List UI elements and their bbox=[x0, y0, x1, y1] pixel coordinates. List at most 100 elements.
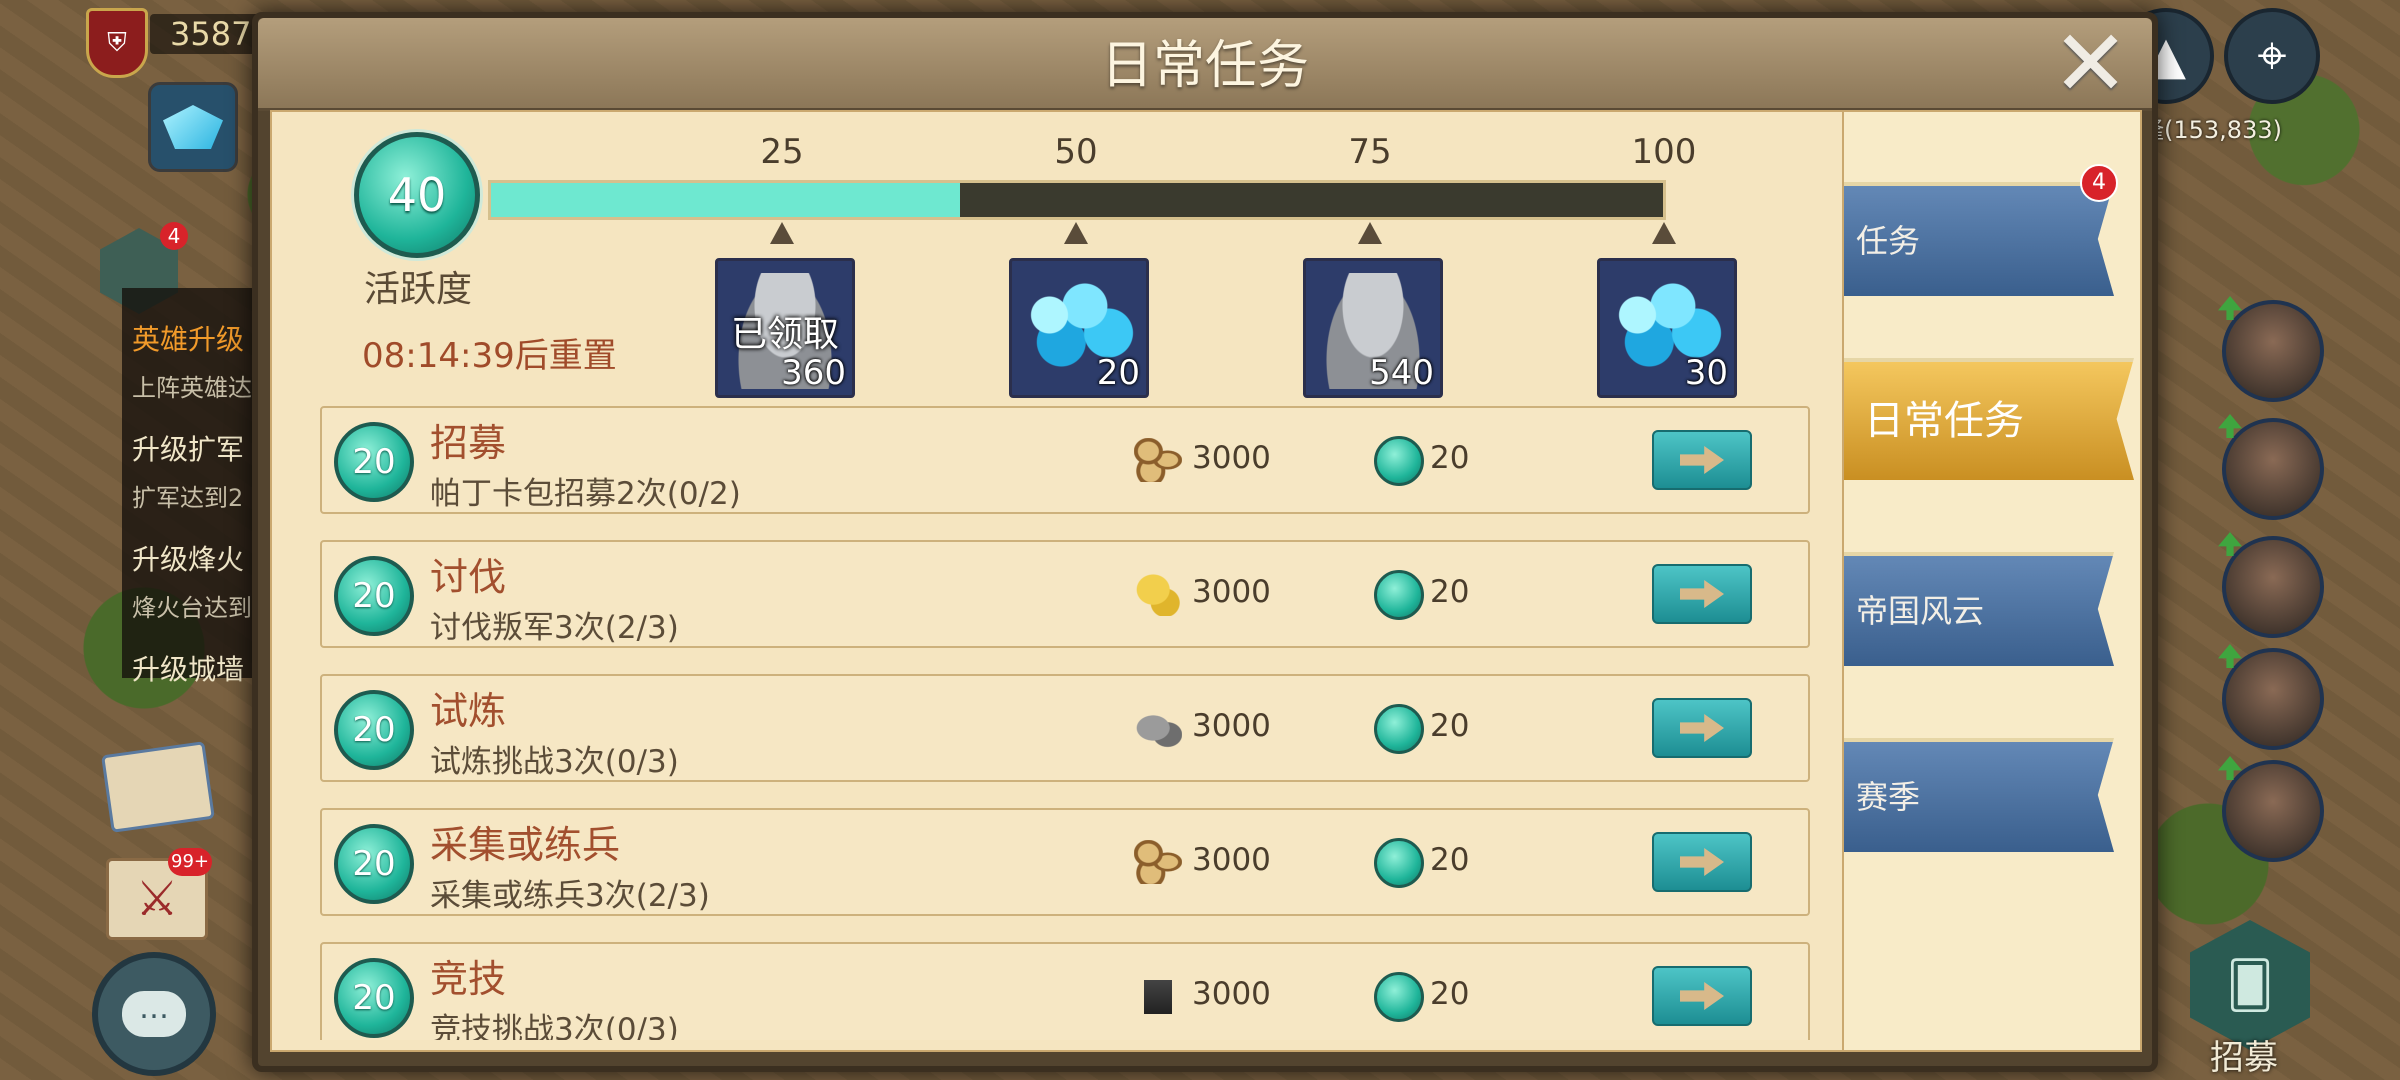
milestone-marker-icon bbox=[1652, 222, 1676, 244]
task-name: 采集或练兵 bbox=[430, 823, 621, 867]
points-reward-amount: 20 bbox=[1430, 976, 1470, 1012]
reward-count: 360 bbox=[781, 353, 846, 393]
reward-count: 30 bbox=[1684, 353, 1728, 393]
claimed-label: 已领取 bbox=[730, 314, 839, 355]
resource-reward-amount: 3000 bbox=[1192, 976, 1271, 1012]
activity-points-icon: 20 bbox=[334, 690, 414, 770]
activity-points-icon bbox=[1374, 838, 1424, 888]
points-reward-amount: 20 bbox=[1430, 708, 1470, 744]
content-panel: 40 活跃度 08:14:39后重置 25 360 已领取 50 20 75 540 100 3… bbox=[270, 110, 1846, 1052]
tab-badge: 4 bbox=[2080, 164, 2118, 202]
iron-icon bbox=[1134, 974, 1182, 1018]
milestone-marker-icon bbox=[770, 222, 794, 244]
milestone-reward-chest[interactable]: 30 bbox=[1597, 258, 1737, 398]
activity-points-icon: 20 bbox=[334, 958, 414, 1038]
activity-points-icon bbox=[1374, 570, 1424, 620]
hero-avatar[interactable] bbox=[2218, 414, 2324, 520]
go-button[interactable] bbox=[1652, 698, 1752, 758]
activity-orb: 40 bbox=[354, 132, 480, 258]
task-row: 20 试炼 试炼挑战3次(0/3) 3000 20 bbox=[320, 674, 1810, 782]
mail-icon[interactable] bbox=[101, 741, 215, 833]
task-name: 竞技 bbox=[430, 957, 507, 1001]
milestone-label: 100 bbox=[1631, 132, 1697, 172]
food-icon bbox=[1134, 572, 1182, 616]
milestone-marker-icon bbox=[1358, 222, 1382, 244]
activity-points-icon: 20 bbox=[334, 556, 414, 636]
task-row: 20 采集或练兵 采集或练兵3次(2/3) 3000 20 bbox=[320, 808, 1810, 916]
alliance-shield-icon[interactable]: ⛨ bbox=[86, 8, 148, 78]
side-quest-panel[interactable]: 英雄升级 上阵英雄达 升级扩军 扩军达到2 升级烽火 烽火台达到 升级城墙 bbox=[122, 288, 252, 686]
task-name: 招募 bbox=[430, 421, 507, 465]
go-button[interactable] bbox=[1652, 564, 1752, 624]
milestone-marker-icon bbox=[1064, 222, 1088, 244]
hero-avatar[interactable] bbox=[2218, 644, 2324, 750]
arrow-right-icon bbox=[1680, 446, 1724, 474]
task-description: 帕丁卡包招募2次(0/2) bbox=[430, 476, 741, 512]
tab-label: 任务 bbox=[1856, 222, 1921, 260]
tab-label: 赛季 bbox=[1856, 778, 1921, 816]
activity-points-icon bbox=[1374, 436, 1424, 486]
points-reward-amount: 20 bbox=[1430, 574, 1470, 610]
task-row: 20 招募 帕丁卡包招募2次(0/2) 3000 20 bbox=[320, 406, 1810, 514]
activity-value: 40 bbox=[387, 168, 447, 222]
resource-reward-amount: 3000 bbox=[1192, 440, 1271, 476]
task-points: 20 bbox=[352, 442, 396, 482]
close-icon[interactable]: ✕ bbox=[2052, 18, 2129, 110]
task-list[interactable]: 20 招募 帕丁卡包招募2次(0/2) 3000 20 20 讨伐 讨伐叛军3次… bbox=[320, 406, 1810, 1040]
hero-avatar[interactable] bbox=[2218, 296, 2324, 402]
reward-count: 540 bbox=[1369, 353, 1434, 393]
reset-timer: 08:14:39后重置 bbox=[362, 336, 617, 376]
tab-0[interactable]: 任务 bbox=[1844, 182, 2114, 296]
wood-icon bbox=[1134, 840, 1182, 884]
go-button[interactable] bbox=[1652, 430, 1752, 490]
gem-shop-button[interactable] bbox=[148, 82, 238, 172]
points-reward-amount: 20 bbox=[1430, 440, 1470, 476]
milestone-reward-chest[interactable]: 360 已领取 bbox=[715, 258, 855, 398]
go-button[interactable] bbox=[1652, 832, 1752, 892]
hero-avatar[interactable] bbox=[2218, 756, 2324, 862]
milestone-label: 75 bbox=[1348, 132, 1392, 172]
activity-progress-bar bbox=[488, 180, 1666, 220]
milestone-label: 25 bbox=[760, 132, 804, 172]
milestone-label: 50 bbox=[1054, 132, 1098, 172]
task-description: 讨伐叛军3次(2/3) bbox=[430, 610, 679, 646]
quest-badge: 4 bbox=[160, 222, 188, 250]
resource-reward-amount: 3000 bbox=[1192, 574, 1271, 610]
reward-count: 20 bbox=[1096, 353, 1140, 393]
task-name: 讨伐 bbox=[430, 555, 507, 599]
task-points: 20 bbox=[352, 576, 396, 616]
task-name: 试炼 bbox=[430, 689, 507, 733]
chat-bubble-icon: … bbox=[122, 991, 186, 1037]
task-points: 20 bbox=[352, 710, 396, 750]
tab-panel: 任务 4 日常任务帝国风云赛季 bbox=[1842, 110, 2142, 1052]
activity-points-icon bbox=[1374, 972, 1424, 1022]
modal-titlebar: 日常任务 ✕ bbox=[258, 18, 2152, 111]
chat-button[interactable]: … bbox=[92, 952, 216, 1076]
location-pin-icon[interactable]: ⌖ bbox=[2224, 8, 2320, 104]
milestone-reward-chest[interactable]: 20 bbox=[1009, 258, 1149, 398]
go-button[interactable] bbox=[1652, 966, 1752, 1026]
daily-tasks-modal: 日常任务 ✕ 40 活跃度 08:14:39后重置 25 360 已领取 50 20 75… bbox=[252, 12, 2158, 1072]
task-description: 试炼挑战3次(0/3) bbox=[430, 744, 679, 780]
tab-2[interactable]: 帝国风云 bbox=[1844, 552, 2114, 666]
wood-icon bbox=[1134, 438, 1182, 482]
task-row: 20 讨伐 讨伐叛军3次(2/3) 3000 20 bbox=[320, 540, 1810, 648]
task-description: 竞技挑战3次(0/3) bbox=[430, 1012, 679, 1040]
task-row: 20 竞技 竞技挑战3次(0/3) 3000 20 bbox=[320, 942, 1810, 1040]
arrow-right-icon bbox=[1680, 982, 1724, 1010]
arrow-right-icon bbox=[1680, 714, 1724, 742]
activity-points-icon bbox=[1374, 704, 1424, 754]
tab-1[interactable]: 日常任务 bbox=[1844, 358, 2134, 480]
battle-badge: 99+ bbox=[168, 848, 212, 876]
resource-reward-amount: 3000 bbox=[1192, 842, 1271, 878]
task-points: 20 bbox=[352, 978, 396, 1018]
arrow-right-icon bbox=[1680, 580, 1724, 608]
resource-reward-amount: 3000 bbox=[1192, 708, 1271, 744]
tab-3[interactable]: 赛季 bbox=[1844, 738, 2114, 852]
milestone-reward-chest[interactable]: 540 bbox=[1303, 258, 1443, 398]
activity-progress-fill bbox=[491, 183, 960, 217]
tab-label: 帝国风云 bbox=[1856, 592, 1985, 630]
alliance-coords[interactable]: 隆(153,833) bbox=[2140, 110, 2300, 145]
hero-avatar[interactable] bbox=[2218, 532, 2324, 638]
activity-label: 活跃度 bbox=[364, 269, 473, 310]
